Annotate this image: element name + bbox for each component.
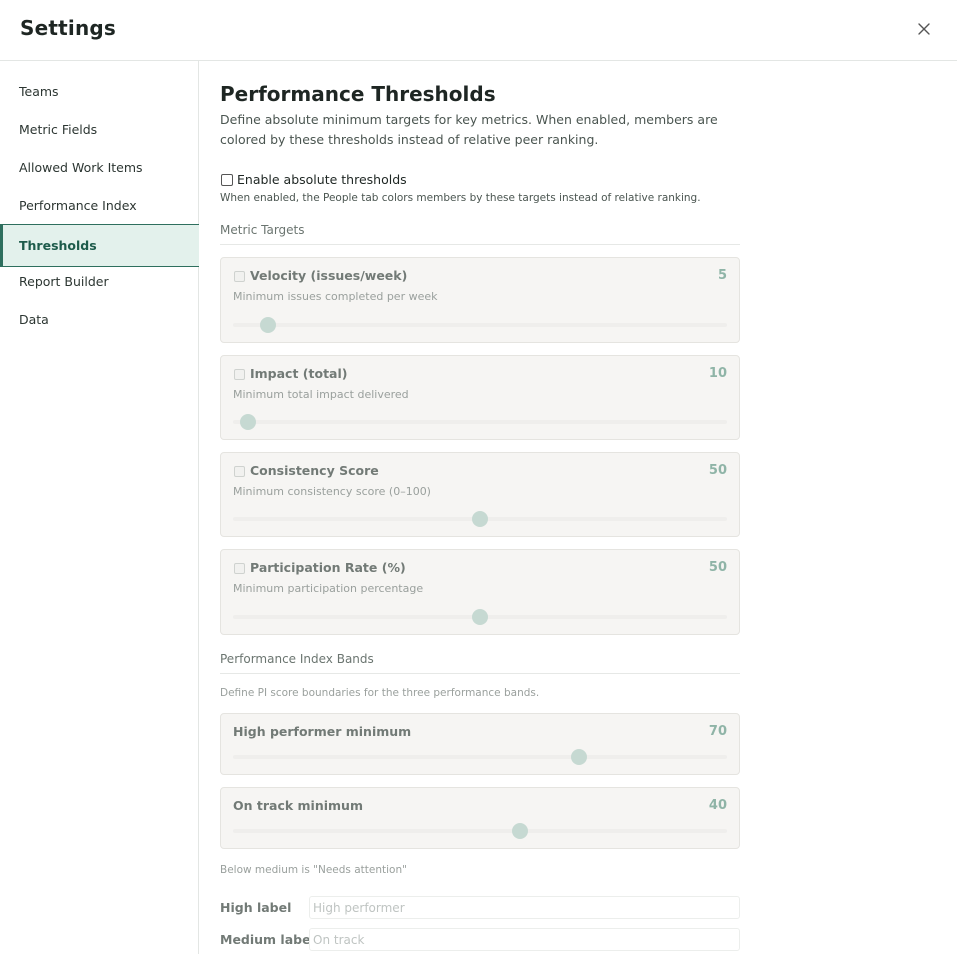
page-title: Performance Thresholds: [220, 82, 496, 106]
metric-name: Velocity (issues/week): [250, 268, 408, 283]
page-description: Define absolute minimum targets for key …: [220, 112, 718, 147]
pi-bands-help: Define PI score boundaries for the three…: [220, 687, 540, 699]
metric-value: 5: [717, 268, 727, 283]
band-slider-track[interactable]: [233, 749, 727, 765]
metric-help: Minimum total impact delivered: [233, 388, 409, 401]
enable-thresholds-checkbox[interactable]: [221, 174, 233, 186]
enable-thresholds-help: When enabled, the People tab colors memb…: [220, 192, 701, 204]
high-label-input[interactable]: [309, 896, 740, 919]
metric-enable-checkbox[interactable]: [234, 271, 245, 282]
band-value: 40: [708, 798, 727, 813]
slider-thumb[interactable]: [472, 511, 488, 527]
sidebar-item-thresholds[interactable]: Thresholds: [0, 224, 199, 267]
sidebar-item-report-builder[interactable]: Report Builder: [0, 263, 199, 301]
metric-slider-track[interactable]: [233, 414, 727, 430]
enable-thresholds-label[interactable]: Enable absolute thresholds: [237, 172, 407, 187]
needs-attention-note: Below medium is "Needs attention": [220, 864, 407, 876]
metric-enable-checkbox[interactable]: [234, 369, 245, 380]
slider-thumb[interactable]: [570, 749, 587, 765]
slider-thumb[interactable]: [239, 414, 256, 430]
sidebar-item-teams[interactable]: Teams: [0, 73, 199, 111]
metric-value: 50: [708, 560, 727, 575]
slider-thumb[interactable]: [472, 609, 488, 625]
sidebar-item-data[interactable]: Data: [0, 301, 199, 339]
band-card-high: High performer minimum 70: [220, 713, 740, 775]
metric-help: Minimum participation percentage: [233, 582, 424, 595]
metric-slider-track[interactable]: [233, 317, 727, 333]
slider-thumb[interactable]: [511, 823, 528, 839]
settings-title: Settings: [20, 16, 117, 40]
band-name: On track minimum: [233, 798, 363, 813]
sidebar-item-allowed-work-items[interactable]: Allowed Work Items: [0, 149, 199, 187]
metric-enable-checkbox[interactable]: [234, 466, 245, 477]
metric-card-impact: Impact (total) 10 Minimum total impact d…: [220, 355, 740, 440]
band-name: High performer minimum: [233, 724, 412, 739]
metric-targets-heading: Metric Targets: [220, 223, 740, 245]
high-label-label: High label: [220, 900, 292, 915]
metric-slider-track[interactable]: [233, 609, 727, 625]
metric-help: Minimum issues completed per week: [233, 290, 438, 303]
metric-name: Consistency Score: [250, 463, 379, 478]
metric-name: Participation Rate (%): [250, 560, 406, 575]
metric-card-velocity: Velocity (issues/week) 5 Minimum issues …: [220, 257, 740, 343]
settings-header: Settings: [0, 0, 957, 61]
sidebar-item-metric-fields[interactable]: Metric Fields: [0, 111, 199, 149]
settings-sidebar: Teams Metric Fields Allowed Work Items P…: [0, 61, 199, 954]
metric-value: 10: [708, 366, 727, 381]
close-icon[interactable]: [914, 19, 934, 39]
metric-slider-track[interactable]: [233, 511, 727, 527]
metric-enable-checkbox[interactable]: [234, 563, 245, 574]
metric-value: 50: [708, 463, 727, 478]
pi-bands-heading: Performance Index Bands: [220, 652, 740, 674]
band-card-on-track: On track minimum 40: [220, 787, 740, 849]
metric-name: Impact (total): [250, 366, 348, 381]
metric-help: Minimum consistency score (0–100): [233, 485, 431, 498]
sidebar-item-performance-index[interactable]: Performance Index: [0, 187, 199, 225]
metric-card-consistency: Consistency Score 50 Minimum consistency…: [220, 452, 740, 537]
metric-card-participation: Participation Rate (%) 50 Minimum partic…: [220, 549, 740, 635]
slider-thumb[interactable]: [259, 317, 276, 333]
medium-label-input[interactable]: [309, 928, 740, 951]
band-slider-track[interactable]: [233, 823, 727, 839]
medium-label-label: Medium label: [220, 932, 315, 947]
band-value: 70: [708, 724, 727, 739]
